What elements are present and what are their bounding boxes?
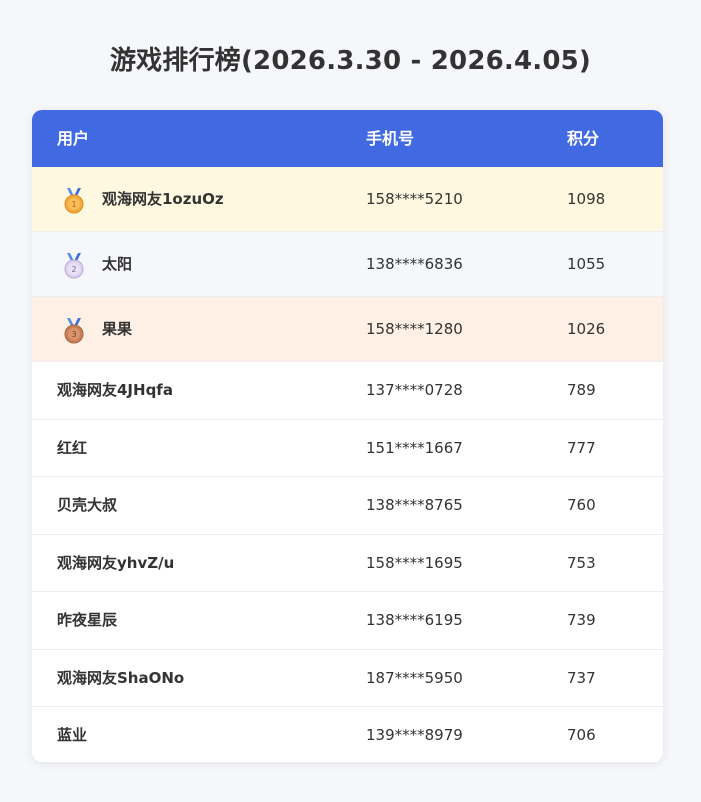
user-score: 789 [567, 381, 596, 399]
user-score: 737 [567, 668, 596, 687]
silver-medal-icon: 2 [64, 253, 84, 279]
table-row-rank-2: 2 太阳 138****6836 1055 [32, 232, 663, 297]
user-name: 太阳 [102, 255, 133, 273]
user-phone: 158****1280 [366, 320, 463, 338]
user-name: 观海网友ShaONo [57, 668, 185, 687]
user-phone: 138****6195 [366, 611, 463, 629]
table-row: 蓝业 139****8979 706 [32, 707, 663, 762]
user-name: 贝壳大叔 [57, 496, 118, 514]
user-score: 760 [567, 496, 596, 514]
leaderboard-table: 用户 手机号 积分 1 观海网友1ozuOz 158****5210 1098 … [32, 110, 663, 762]
user-score: 1098 [567, 190, 606, 208]
user-name: 果果 [102, 320, 133, 338]
page-title: 游戏排行榜(2026.3.30 - 2026.4.05) [109, 46, 592, 76]
user-name: 昨夜星辰 [57, 611, 118, 629]
user-phone: 151****1667 [366, 438, 463, 457]
user-phone: 137****0728 [366, 381, 463, 399]
table-row: 贝壳大叔 138****8765 760 [32, 477, 663, 535]
user-name: 蓝业 [57, 726, 88, 744]
medal-rank-label: 2 [71, 265, 76, 274]
table-header: 用户 手机号 积分 [32, 110, 663, 167]
user-phone: 139****8979 [366, 726, 463, 744]
user-score: 753 [567, 553, 596, 572]
table-row: 红红 151****1667 777 [32, 420, 663, 477]
user-phone: 158****5210 [366, 190, 463, 208]
user-score: 777 [567, 438, 596, 457]
user-score: 706 [567, 726, 596, 744]
column-header-score: 积分 [567, 129, 600, 148]
user-phone: 187****5950 [366, 668, 463, 687]
gold-medal-icon: 1 [64, 188, 84, 214]
column-header-phone: 手机号 [366, 129, 415, 148]
user-score: 739 [567, 611, 596, 629]
bronze-medal-icon: 3 [64, 318, 84, 344]
table-row: 昨夜星辰 138****6195 739 [32, 592, 663, 650]
medal-rank-label: 3 [71, 330, 76, 339]
table-row-rank-3: 3 果果 158****1280 1026 [32, 297, 663, 362]
column-header-user: 用户 [57, 129, 90, 148]
user-name: 红红 [57, 438, 88, 457]
table-row: 观海网友ShaONo 187****5950 737 [32, 650, 663, 707]
table-row: 观海网友4JHqfa 137****0728 789 [32, 362, 663, 420]
user-phone: 158****1695 [366, 553, 463, 572]
user-name: 观海网友yhvZ/u [57, 553, 175, 572]
table-row-rank-1: 1 观海网友1ozuOz 158****5210 1098 [32, 167, 663, 232]
user-phone: 138****6836 [366, 255, 463, 273]
user-name: 观海网友4JHqfa [57, 381, 173, 399]
user-name: 观海网友1ozuOz [102, 190, 224, 208]
medal-rank-label: 1 [71, 200, 76, 209]
user-score: 1026 [567, 320, 606, 338]
user-phone: 138****8765 [366, 496, 463, 514]
table-row: 观海网友yhvZ/u 158****1695 753 [32, 535, 663, 592]
user-score: 1055 [567, 255, 606, 273]
